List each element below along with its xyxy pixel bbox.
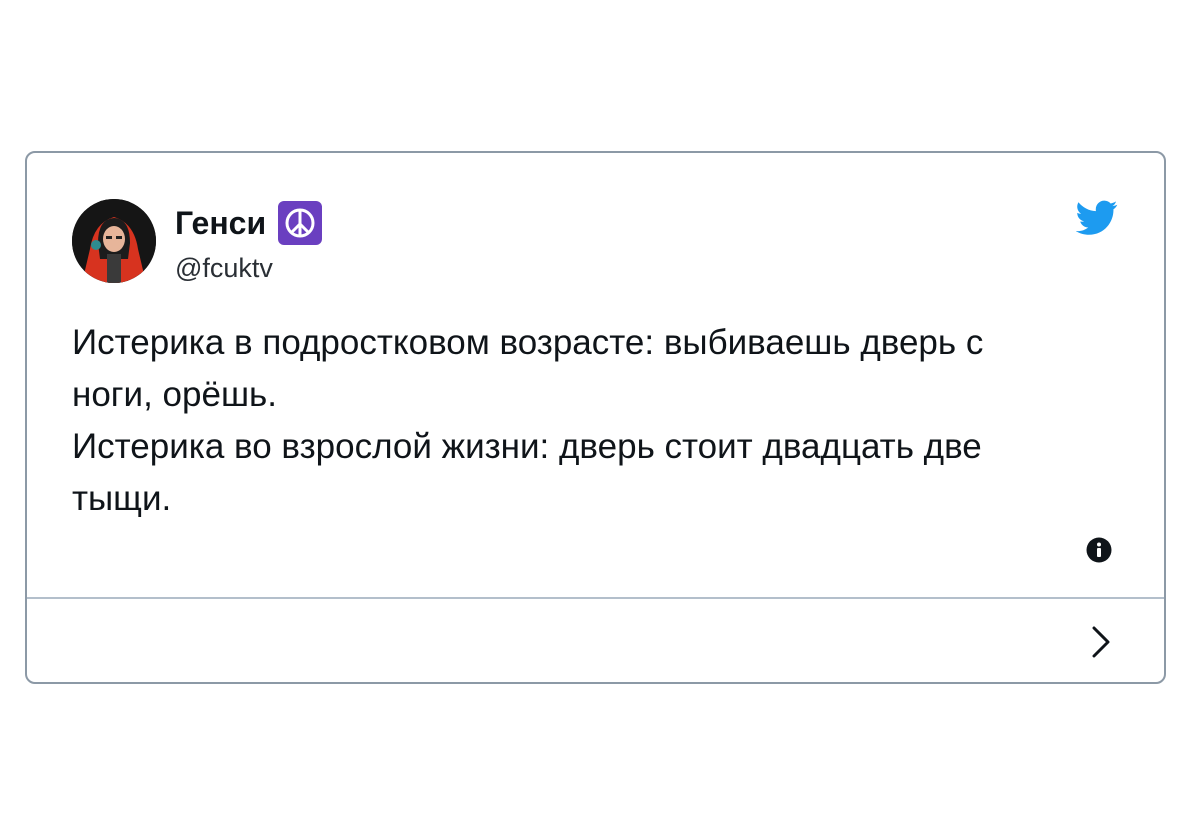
info-icon[interactable] bbox=[1086, 537, 1112, 563]
tweet-paragraph-2: Истерика во взрослой жизни: дверь стоит … bbox=[72, 427, 982, 518]
chevron-right-icon[interactable] bbox=[1090, 625, 1112, 659]
display-name[interactable]: Генси bbox=[175, 203, 266, 243]
card-divider bbox=[27, 597, 1164, 599]
avatar-image bbox=[72, 199, 156, 283]
twitter-bird-icon[interactable] bbox=[1075, 200, 1118, 236]
author-name-row[interactable]: Генси bbox=[175, 201, 323, 245]
avatar[interactable] bbox=[72, 199, 156, 283]
peace-symbol-icon bbox=[278, 201, 323, 245]
tweet-card[interactable]: Генси @fcuktv Истерика в подростковом во… bbox=[25, 151, 1166, 684]
author-handle[interactable]: @fcuktv bbox=[175, 251, 273, 285]
tweet-paragraph-1: Истерика в подростковом возрасте: выбива… bbox=[72, 323, 984, 414]
tweet-text: Истерика в подростковом возрасте: выбива… bbox=[72, 317, 1072, 525]
